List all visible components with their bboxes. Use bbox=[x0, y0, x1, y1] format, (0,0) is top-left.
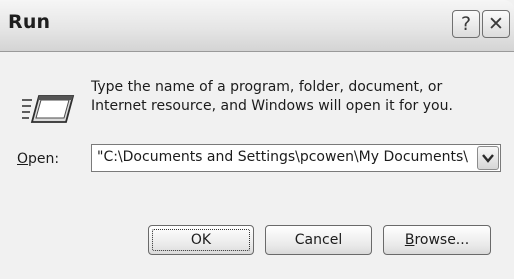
cancel-button[interactable]: Cancel bbox=[265, 225, 372, 255]
cancel-label: Cancel bbox=[294, 232, 343, 248]
ok-label: OK bbox=[190, 232, 212, 248]
run-window-icon bbox=[22, 95, 75, 123]
dialog-body: Type the name of a program, folder, docu… bbox=[4, 53, 510, 275]
run-dialog: Run ? ✕ Type the name of a program, fold… bbox=[0, 0, 514, 279]
dropdown-button[interactable] bbox=[477, 146, 499, 170]
ok-button[interactable]: OK bbox=[148, 225, 254, 255]
close-icon: ✕ bbox=[488, 13, 504, 35]
help-icon: ? bbox=[460, 13, 472, 35]
dialog-description: Type the name of a program, folder, docu… bbox=[91, 79, 453, 114]
open-label: Open: bbox=[17, 151, 60, 167]
browse-label: Browse... bbox=[404, 232, 470, 248]
open-input[interactable]: "C:\Documents and Settings\pcowen\My Doc… bbox=[97, 149, 475, 165]
title-bar[interactable]: Run ? ✕ bbox=[0, 0, 514, 52]
chevron-down-icon bbox=[482, 154, 494, 163]
window-title: Run bbox=[8, 11, 51, 33]
browse-button[interactable]: Browse... bbox=[383, 225, 491, 255]
close-button[interactable]: ✕ bbox=[482, 10, 510, 38]
help-button[interactable]: ? bbox=[452, 10, 480, 38]
open-combobox[interactable]: "C:\Documents and Settings\pcowen\My Doc… bbox=[91, 144, 501, 172]
